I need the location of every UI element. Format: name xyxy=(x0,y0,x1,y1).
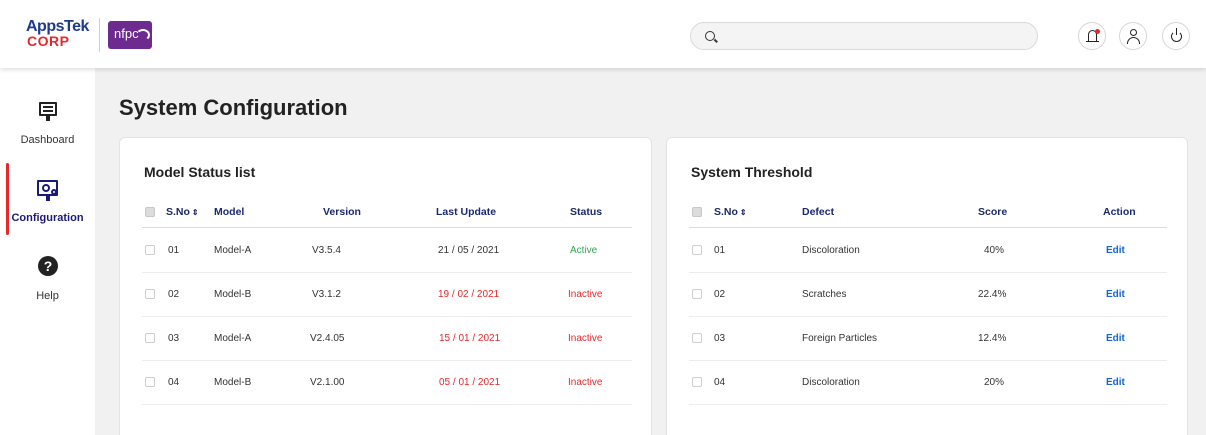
table-header: S.No ⇕ Model Version Last Update Status xyxy=(142,198,632,228)
cell-score: 40% xyxy=(984,245,1005,256)
column-header-sno[interactable]: S.No ⇕ xyxy=(714,206,747,218)
page-title: System Configuration xyxy=(119,95,348,120)
sidebar-item-label: Help xyxy=(36,290,59,302)
search-bar[interactable] xyxy=(690,22,1038,50)
column-header-last-update: Last Update xyxy=(436,206,497,218)
power-icon xyxy=(1171,28,1182,42)
monitor-icon xyxy=(39,102,57,121)
cell-defect: Discoloration xyxy=(802,245,860,256)
config-monitor-icon xyxy=(37,180,58,201)
row-checkbox[interactable] xyxy=(692,289,702,299)
cell-sno: 03 xyxy=(714,333,726,344)
cell-sno: 01 xyxy=(168,245,180,256)
edit-link[interactable]: Edit xyxy=(1106,245,1125,256)
cell-sno: 01 xyxy=(714,245,726,256)
sidebar-item-label: Dashboard xyxy=(20,134,75,146)
search-icon xyxy=(705,31,715,41)
sidebar-item-configuration[interactable]: Configuration xyxy=(0,160,95,230)
logo-bottom-text: CORP xyxy=(27,33,70,49)
row-checkbox[interactable] xyxy=(692,245,702,255)
column-header-version: Version xyxy=(323,206,361,218)
status-badge: Inactive xyxy=(568,333,603,344)
sidebar: Dashboard Configuration ? Help xyxy=(0,68,95,435)
sidebar-item-help[interactable]: ? Help xyxy=(0,238,95,308)
cell-sno: 04 xyxy=(714,377,726,388)
user-icon-body xyxy=(1127,37,1140,44)
user-icon xyxy=(1130,29,1137,36)
row-checkbox[interactable] xyxy=(145,377,155,387)
notification-button[interactable] xyxy=(1078,22,1106,50)
cell-last-update: 15 / 01 / 2021 xyxy=(439,333,501,344)
select-all-checkbox[interactable] xyxy=(145,207,155,217)
appstek-logo[interactable]: AppsTek CORP xyxy=(26,18,90,52)
cell-defect: Discoloration xyxy=(802,377,860,388)
column-header-sno[interactable]: S.No ⇕ xyxy=(166,206,199,218)
sidebar-item-label: Configuration xyxy=(11,212,84,224)
notification-dot xyxy=(1095,29,1100,34)
cell-score: 20% xyxy=(984,377,1005,388)
logo-divider xyxy=(99,18,100,52)
help-icon: ? xyxy=(38,256,58,276)
table-row[interactable]: 04 Discoloration 20% Edit xyxy=(689,361,1167,405)
cell-score: 22.4% xyxy=(978,289,1007,300)
card-title: System Threshold xyxy=(691,164,813,180)
cell-score: 12.4% xyxy=(978,333,1007,344)
top-header: AppsTek CORP nfpc xyxy=(0,0,1206,68)
nfpc-swoosh-icon xyxy=(136,29,150,41)
edit-link[interactable]: Edit xyxy=(1106,333,1125,344)
cell-defect: Scratches xyxy=(802,289,847,300)
row-checkbox[interactable] xyxy=(692,333,702,343)
column-header-model: Model xyxy=(214,206,245,218)
column-header-action: Action xyxy=(1103,206,1136,218)
card-title: Model Status list xyxy=(144,164,256,180)
cell-sno: 02 xyxy=(714,289,726,300)
sidebar-item-dashboard[interactable]: Dashboard xyxy=(0,82,95,152)
edit-link[interactable]: Edit xyxy=(1106,377,1125,388)
search-input[interactable] xyxy=(723,27,1023,45)
cell-sno: 04 xyxy=(168,377,180,388)
cell-sno: 03 xyxy=(168,333,180,344)
table-row[interactable]: 01 Discoloration 40% Edit xyxy=(689,229,1167,273)
cell-version: V2.1.00 xyxy=(310,377,345,388)
cell-sno: 02 xyxy=(168,289,180,300)
table-row[interactable]: 02 Model-B V3.1.2 19 / 02 / 2021 Inactiv… xyxy=(142,273,632,317)
sort-icon: ⇕ xyxy=(739,208,747,217)
row-checkbox[interactable] xyxy=(145,333,155,343)
status-badge: Active xyxy=(570,245,598,256)
column-header-status: Status xyxy=(570,206,603,218)
table-row[interactable]: 03 Foreign Particles 12.4% Edit xyxy=(689,317,1167,361)
cell-model: Model-B xyxy=(214,377,252,388)
row-checkbox[interactable] xyxy=(692,377,702,387)
nfpc-logo-text: nfpc xyxy=(114,26,139,41)
model-status-card: Model Status list S.No ⇕ Model Version La… xyxy=(119,137,652,435)
cell-last-update: 21 / 05 / 2021 xyxy=(438,245,500,256)
cell-model: Model-B xyxy=(214,289,252,300)
cell-model: Model-A xyxy=(214,245,252,256)
cell-version: V3.5.4 xyxy=(312,245,341,256)
sort-icon: ⇕ xyxy=(191,208,199,217)
table-row[interactable]: 02 Scratches 22.4% Edit xyxy=(689,273,1167,317)
cell-last-update: 19 / 02 / 2021 xyxy=(438,289,500,300)
system-threshold-card: System Threshold S.No ⇕ Defect Score Acti… xyxy=(666,137,1188,435)
row-checkbox[interactable] xyxy=(145,245,155,255)
cell-last-update: 05 / 01 / 2021 xyxy=(439,377,501,388)
nfpc-logo: nfpc xyxy=(108,21,152,49)
cell-defect: Foreign Particles xyxy=(802,333,878,344)
select-all-checkbox[interactable] xyxy=(692,207,702,217)
table-row[interactable]: 04 Model-B V2.1.00 05 / 01 / 2021 Inacti… xyxy=(142,361,632,405)
column-header-score: Score xyxy=(978,206,1008,218)
row-checkbox[interactable] xyxy=(145,289,155,299)
status-badge: Inactive xyxy=(568,289,603,300)
table-row[interactable]: 01 Model-A V3.5.4 21 / 05 / 2021 Active xyxy=(142,229,632,273)
table-header: S.No ⇕ Defect Score Action xyxy=(689,198,1167,228)
cell-version: V2.4.05 xyxy=(310,333,345,344)
logout-button[interactable] xyxy=(1162,22,1190,50)
profile-button[interactable] xyxy=(1119,22,1147,50)
cell-version: V3.1.2 xyxy=(312,289,341,300)
edit-link[interactable]: Edit xyxy=(1106,289,1125,300)
column-header-defect: Defect xyxy=(802,206,835,218)
table-row[interactable]: 03 Model-A V2.4.05 15 / 01 / 2021 Inacti… xyxy=(142,317,632,361)
status-badge: Inactive xyxy=(568,377,603,388)
cell-model: Model-A xyxy=(214,333,252,344)
